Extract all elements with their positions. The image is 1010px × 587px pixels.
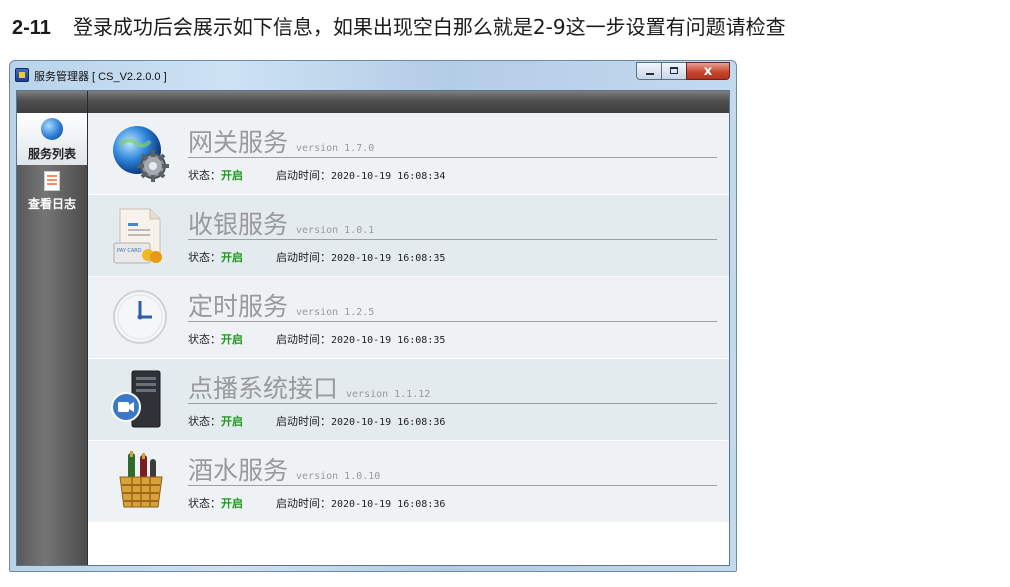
start-time-value: 2020-10-19 16:08:35 (331, 253, 446, 264)
sidebar: 服务列表 查看日志 (17, 113, 88, 565)
sidebar-item-view-log[interactable]: 查看日志 (17, 167, 87, 215)
status-value: 开启 (221, 251, 243, 264)
log-document-icon (44, 171, 60, 191)
service-name: 收银服务 version 1.0.1 (188, 205, 374, 241)
service-start-time: 启动时间：2020-10-19 16:08:36 (276, 495, 445, 511)
wine-basket-icon (119, 451, 163, 508)
maximize-icon (670, 67, 678, 74)
window-controls: x (636, 62, 730, 81)
service-row-timer[interactable]: 定时服务 version 1.2.5 状态：开启 启动时间：2020-10-19 … (88, 277, 729, 359)
maximize-button[interactable] (661, 62, 687, 80)
step-number: 2-11 (12, 17, 51, 39)
service-list: 网关服务 version 1.7.0 状态：开启 启动时间：2020-10-19 … (88, 113, 729, 523)
service-name: 网关服务 version 1.7.0 (188, 123, 374, 159)
divider (188, 157, 717, 158)
service-version: version 1.2.5 (296, 307, 375, 318)
service-start-time: 启动时间：2020-10-19 16:08:36 (276, 413, 445, 429)
start-time-label: 启动时间： (276, 333, 331, 346)
cashier-paycard-icon: PAY CARD (113, 208, 162, 264)
app-icon (15, 68, 29, 82)
start-time-value: 2020-10-19 16:08:34 (331, 171, 446, 182)
gateway-globe-gear-icon (113, 126, 169, 182)
server-video-icon (111, 370, 161, 428)
instruction-caption: 2-11 登录成功后会展示如下信息，如果出现空白那么就是2-9这一步设置有问题请检… (12, 11, 786, 40)
minimize-button[interactable] (636, 62, 662, 80)
service-status: 状态：开启 (188, 249, 243, 265)
status-label: 状态： (188, 333, 221, 346)
divider (188, 485, 717, 486)
close-button[interactable]: x (686, 62, 730, 80)
title-bar[interactable]: 服务管理器 [ CS_V2.2.0.0 ] x (10, 61, 736, 90)
service-version: version 1.1.12 (346, 389, 431, 400)
service-start-time: 启动时间：2020-10-19 16:08:35 (276, 331, 445, 347)
divider (188, 321, 717, 322)
service-name-text: 点播系统接口 (188, 374, 339, 403)
start-time-value: 2020-10-19 16:08:36 (331, 417, 446, 428)
service-status: 状态：开启 (188, 495, 243, 511)
sidebar-item-label: 服务列表 (27, 147, 76, 161)
service-start-time: 启动时间：2020-10-19 16:08:34 (276, 167, 445, 183)
service-manager-window: 服务管理器 [ CS_V2.2.0.0 ] x 服务列表 查看日志 网关服务 v… (9, 60, 737, 572)
start-time-label: 启动时间： (276, 415, 331, 428)
header-divider (87, 91, 88, 113)
divider (188, 239, 717, 240)
close-icon: x (703, 64, 713, 79)
status-value: 开启 (221, 415, 243, 428)
service-name-text: 网关服务 (188, 128, 289, 157)
start-time-label: 启动时间： (276, 169, 331, 182)
service-name-text: 酒水服务 (188, 456, 289, 485)
start-time-value: 2020-10-19 16:08:36 (331, 499, 446, 510)
service-name: 定时服务 version 1.2.5 (188, 287, 374, 323)
status-value: 开启 (221, 497, 243, 510)
status-label: 状态： (188, 497, 221, 510)
globe-icon (41, 118, 63, 140)
instruction-text: 登录成功后会展示如下信息，如果出现空白那么就是2-9这一步设置有问题请检查 (72, 15, 786, 39)
window-title: 服务管理器 [ CS_V2.2.0.0 ] (34, 71, 167, 83)
status-label: 状态： (188, 169, 221, 182)
service-version: version 1.0.1 (296, 225, 375, 236)
status-label: 状态： (188, 415, 221, 428)
service-name-text: 定时服务 (188, 292, 289, 321)
service-name: 酒水服务 version 1.0.10 (188, 451, 380, 487)
empty-list-area (88, 522, 729, 565)
start-time-label: 启动时间： (276, 497, 331, 510)
divider (188, 403, 717, 404)
service-name: 点播系统接口 version 1.1.12 (188, 369, 430, 405)
service-start-time: 启动时间：2020-10-19 16:08:35 (276, 249, 445, 265)
sidebar-item-label: 查看日志 (27, 197, 76, 211)
status-label: 状态： (188, 251, 221, 264)
service-version: version 1.0.10 (296, 471, 381, 482)
start-time-label: 启动时间： (276, 251, 331, 264)
service-row-cashier[interactable]: PAY CARD 收银服务 version 1.0.1 状态：开启 启动时间：20… (88, 195, 729, 277)
minimize-icon (646, 73, 654, 75)
status-value: 开启 (221, 169, 243, 182)
service-row-drinks[interactable]: 酒水服务 version 1.0.10 状态：开启 启动时间：2020-10-19… (88, 441, 729, 523)
service-row-gateway[interactable]: 网关服务 version 1.7.0 状态：开启 启动时间：2020-10-19 … (88, 113, 729, 195)
service-name-text: 收银服务 (188, 210, 289, 239)
svg-text:PAY CARD: PAY CARD (117, 248, 142, 254)
header-bar (17, 91, 729, 113)
service-status: 状态：开启 (188, 331, 243, 347)
service-version: version 1.7.0 (296, 143, 375, 154)
clock-icon (113, 290, 167, 344)
service-status: 状态：开启 (188, 167, 243, 183)
start-time-value: 2020-10-19 16:08:35 (331, 335, 446, 346)
sidebar-item-service-list[interactable]: 服务列表 (17, 113, 87, 165)
service-row-vod-interface[interactable]: 点播系统接口 version 1.1.12 状态：开启 启动时间：2020-10-… (88, 359, 729, 441)
client-area: 服务列表 查看日志 网关服务 version 1.7.0 状态：开启 启动时间：… (16, 90, 730, 566)
service-status: 状态：开启 (188, 413, 243, 429)
status-value: 开启 (221, 333, 243, 346)
